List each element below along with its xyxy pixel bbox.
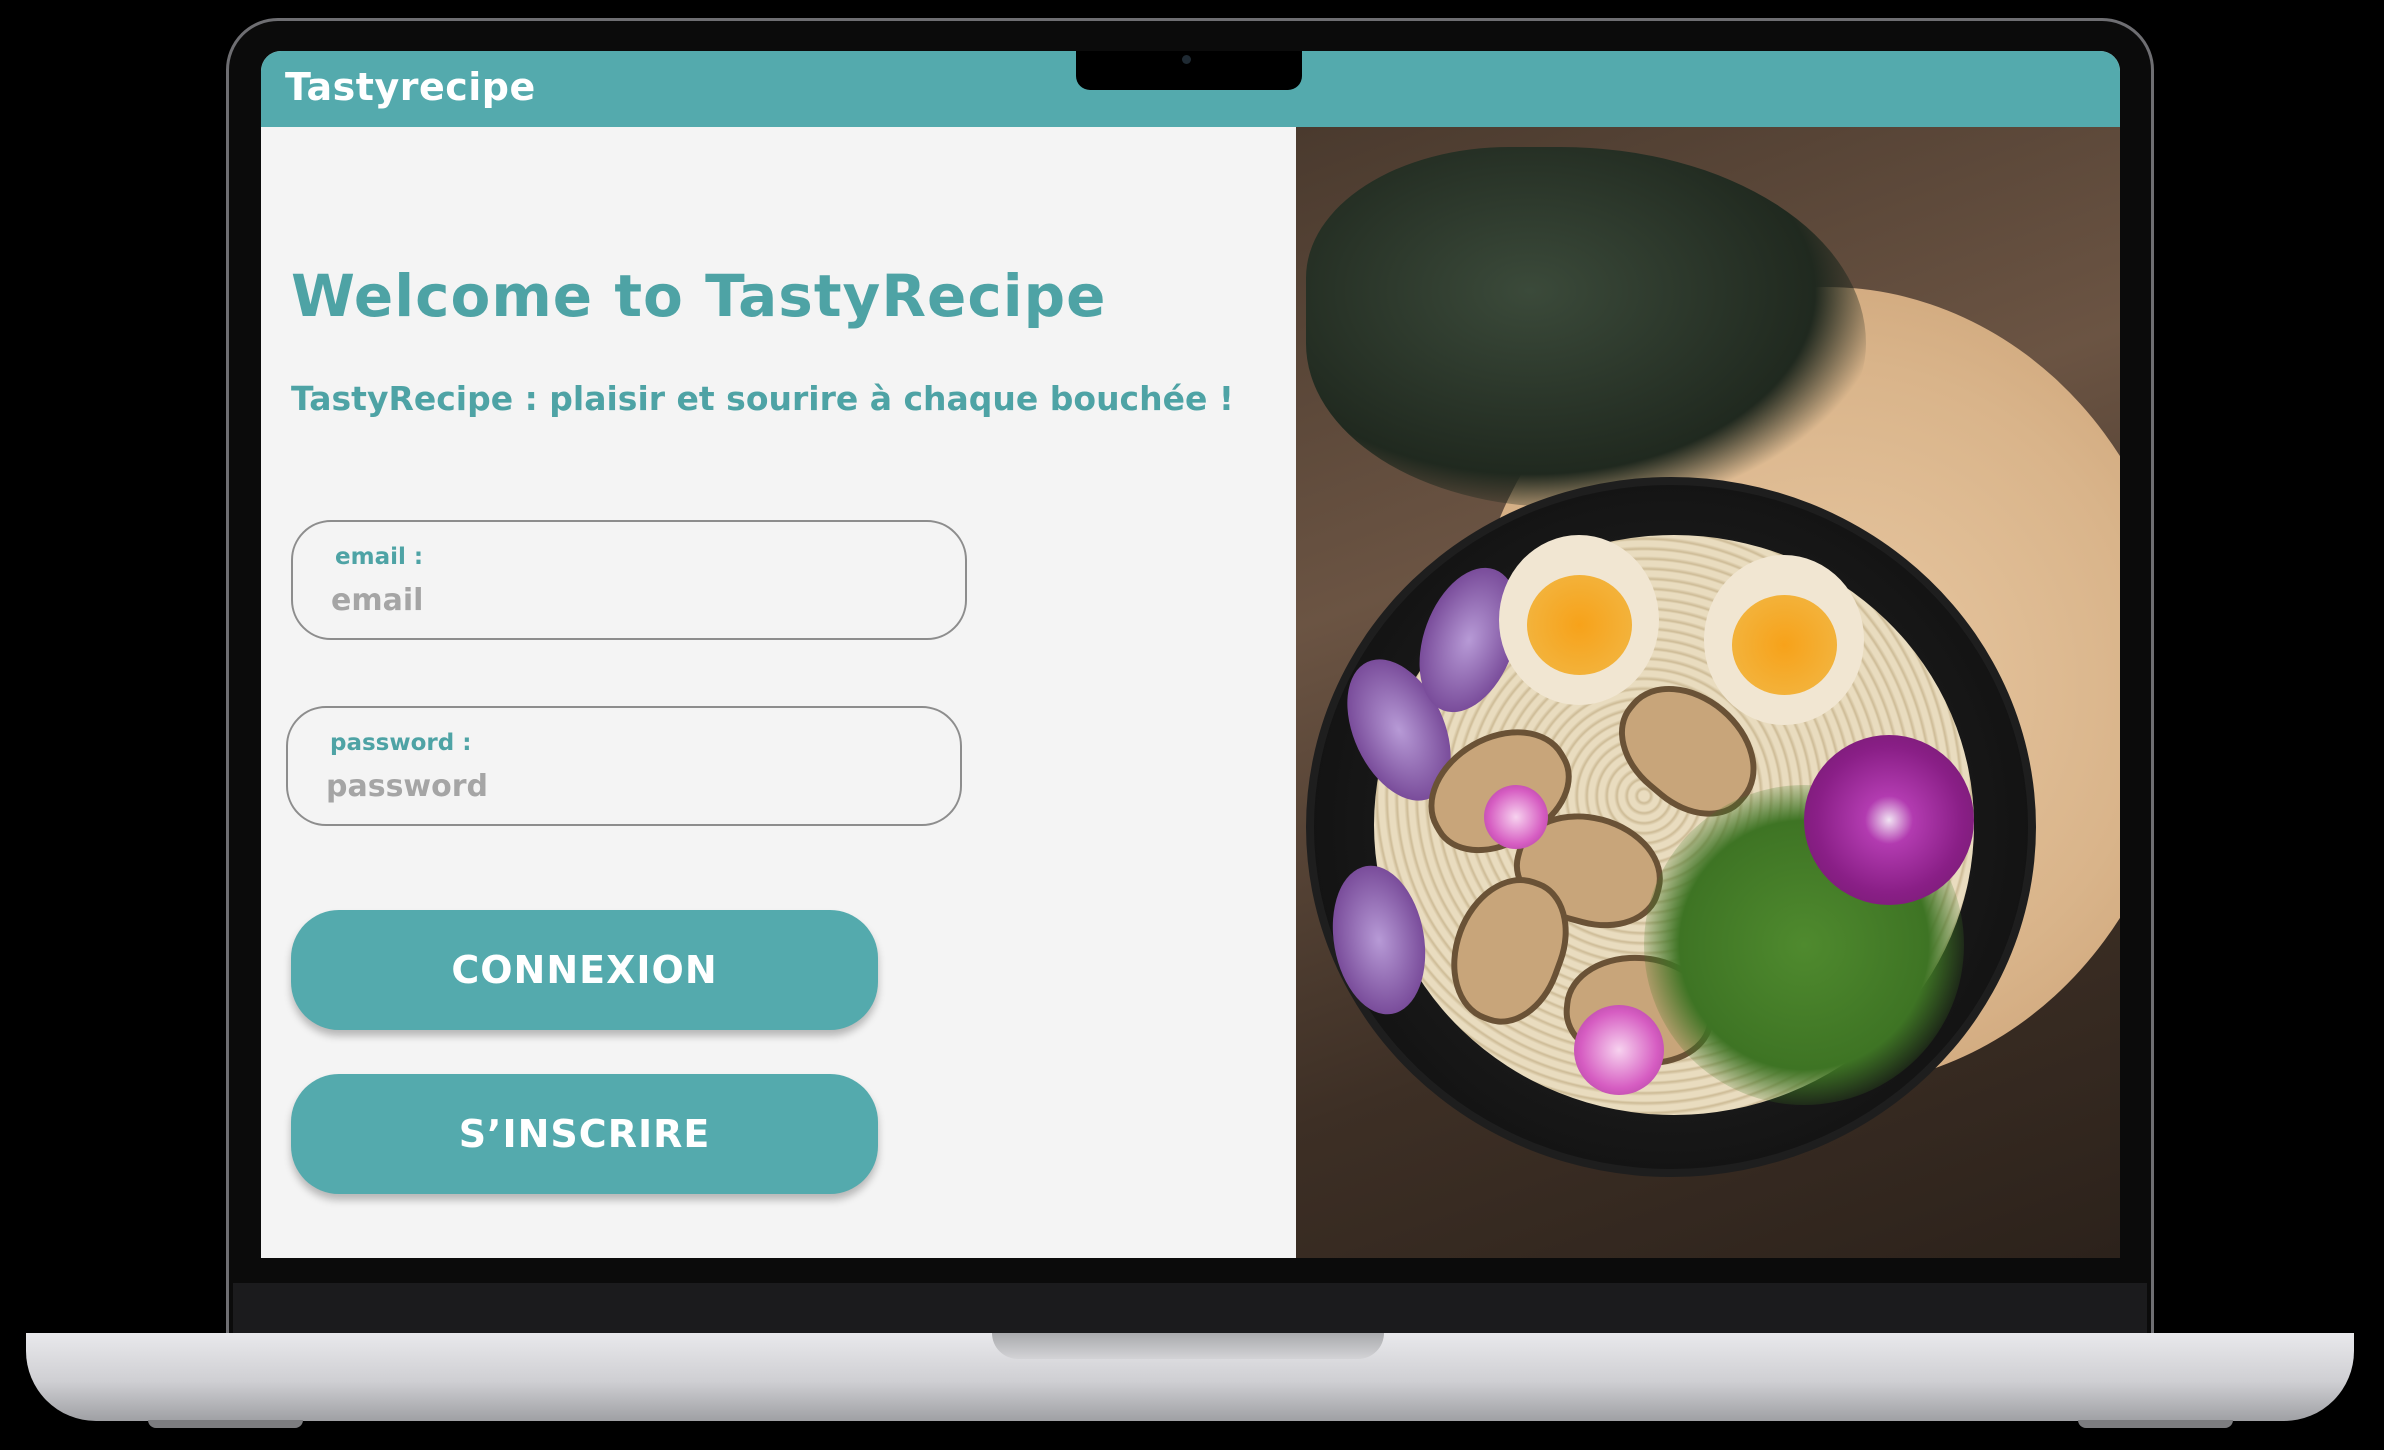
egg <box>1704 555 1864 725</box>
password-label: password : <box>330 730 472 756</box>
signup-button[interactable]: S’INSCRIRE <box>291 1074 878 1194</box>
laptop-foot <box>148 1420 303 1428</box>
password-field[interactable]: password : <box>286 706 962 826</box>
hero-image <box>1296 127 2120 1258</box>
tagline: TastyRecipe : plaisir et sourire à chaqu… <box>291 379 1234 418</box>
welcome-heading: Welcome to TastyRecipe <box>291 262 1107 330</box>
egg-yolk <box>1527 575 1632 675</box>
login-panel: Welcome to TastyRecipe TastyRecipe : pla… <box>261 127 1296 1258</box>
camera-icon <box>1182 55 1191 64</box>
trackpad-notch <box>992 1333 1384 1359</box>
laptop-bezel-chin <box>233 1283 2147 1335</box>
email-input[interactable] <box>331 578 921 622</box>
yarrow-flower <box>1574 1005 1664 1095</box>
ramen-bowl <box>1306 477 2036 1177</box>
connexion-button[interactable]: CONNEXION <box>291 910 878 1030</box>
seaweed <box>1306 147 1866 507</box>
email-field[interactable]: email : <box>291 520 967 640</box>
laptop-foot <box>2078 1420 2233 1428</box>
egg <box>1499 535 1659 705</box>
pink-flower <box>1484 785 1548 849</box>
camera-notch <box>1076 51 1302 90</box>
egg-yolk <box>1732 595 1837 695</box>
email-label: email : <box>335 544 424 570</box>
app-header: Tastyrecipe <box>261 51 2120 127</box>
password-input[interactable] <box>326 764 916 808</box>
app-title: Tastyrecipe <box>285 65 536 109</box>
laptop-base <box>26 1333 2354 1421</box>
mallow-flower <box>1804 735 1974 905</box>
app-window: Tastyrecipe Welcome to TastyRecipe Tasty… <box>261 51 2120 1258</box>
device-mockup: Tastyrecipe Welcome to TastyRecipe Tasty… <box>0 0 2384 1450</box>
